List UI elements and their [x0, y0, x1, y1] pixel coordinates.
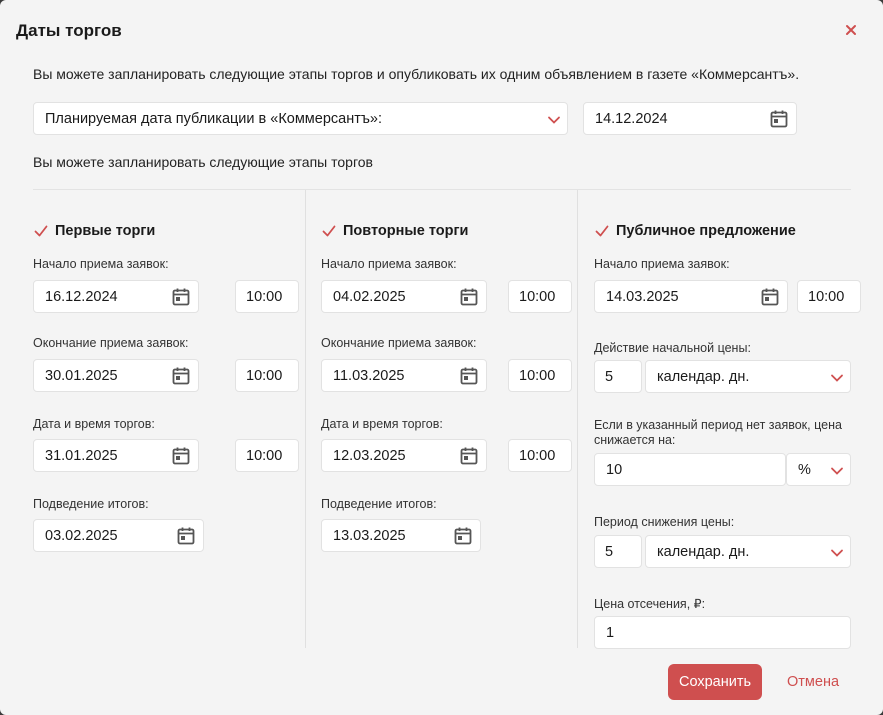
publication-select[interactable]: Планируемая дата публикации в «Коммерсан…: [33, 102, 568, 135]
chevron-down-icon: [548, 116, 560, 124]
col2-result-date-field[interactable]: 13.03.2025: [321, 519, 481, 552]
public-offer-checkbox[interactable]: Публичное предложение: [594, 223, 796, 239]
price-decrease-label: Если в указанный период нет заявок, цена…: [594, 418, 842, 447]
col2-end-label: Окончание приема заявок:: [321, 336, 477, 350]
col1-trade-time-field[interactable]: 10:00: [235, 439, 299, 472]
decrease-period-unit-value: календар. дн.: [657, 543, 750, 560]
col1-trade-time-value: 10:00: [246, 447, 283, 464]
col2-trade-time-value: 10:00: [519, 447, 556, 464]
calendar-icon[interactable]: [171, 446, 191, 466]
col1-end-date-value: 30.01.2025: [45, 367, 118, 384]
calendar-icon[interactable]: [760, 287, 780, 307]
price-decrease-value: 10: [606, 461, 623, 478]
calendar-icon[interactable]: [459, 366, 479, 386]
col2-trade-time-field[interactable]: 10:00: [508, 439, 572, 472]
price-action-unit-value: календар. дн.: [657, 368, 750, 385]
calendar-icon[interactable]: [769, 109, 789, 129]
publication-date-field[interactable]: 14.12.2024: [583, 102, 797, 135]
col1-start-time-value: 10:00: [246, 288, 283, 305]
col1-trade-label: Дата и время торгов:: [33, 417, 155, 431]
repeat-trades-title: Повторные торги: [343, 223, 469, 239]
col1-start-label: Начало приема заявок:: [33, 257, 169, 271]
publication-select-value: Планируемая дата публикации в «Коммерсан…: [45, 110, 383, 127]
col2-trade-label: Дата и время торгов:: [321, 417, 443, 431]
price-action-unit-select[interactable]: календар. дн.: [645, 360, 851, 393]
first-trades-title: Первые торги: [55, 223, 156, 239]
repeat-trades-checkbox[interactable]: Повторные торги: [321, 223, 468, 239]
col1-end-time-value: 10:00: [246, 367, 283, 384]
col3-start-date-field[interactable]: 14.03.2025: [594, 280, 788, 313]
divider: [33, 189, 851, 190]
col2-trade-date-value: 12.03.2025: [333, 447, 406, 464]
decrease-period-label: Период снижения цены:: [594, 515, 735, 529]
col2-end-date-value: 11.03.2025: [333, 367, 405, 384]
price-action-input[interactable]: 5: [594, 360, 642, 393]
chevron-down-icon: [831, 374, 843, 382]
save-button[interactable]: Сохранить: [668, 664, 762, 700]
cutoff-price-label: Цена отсечения, ₽:: [594, 597, 706, 611]
col1-trade-date-field[interactable]: 31.01.2025: [33, 439, 199, 472]
calendar-icon[interactable]: [171, 366, 191, 386]
col1-result-date-field[interactable]: 03.02.2025: [33, 519, 204, 552]
col1-start-date-field[interactable]: 16.12.2024: [33, 280, 199, 313]
col3-start-label: Начало приема заявок:: [594, 257, 730, 271]
cutoff-price-input[interactable]: 1: [594, 616, 851, 649]
col2-end-time-field[interactable]: 10:00: [508, 359, 572, 392]
col1-result-date-value: 03.02.2025: [45, 527, 118, 544]
chevron-down-icon: [831, 467, 843, 475]
column-divider: [305, 190, 306, 648]
price-action-value: 5: [605, 368, 614, 385]
col1-end-date-field[interactable]: 30.01.2025: [33, 359, 199, 392]
col1-start-date-value: 16.12.2024: [45, 288, 118, 305]
price-action-label: Действие начальной цены:: [594, 341, 751, 355]
col2-end-time-value: 10:00: [519, 367, 556, 384]
col3-start-time-field[interactable]: 10:00: [797, 280, 861, 313]
checkmark-icon[interactable]: [594, 223, 610, 239]
checkmark-icon[interactable]: [321, 223, 337, 239]
col2-result-label: Подведение итогов:: [321, 497, 437, 511]
calendar-icon[interactable]: [176, 526, 196, 546]
col1-trade-date-value: 31.01.2025: [45, 447, 118, 464]
col1-end-time-field[interactable]: 10:00: [235, 359, 299, 392]
price-decrease-unit-value: %: [798, 461, 811, 478]
calendar-icon[interactable]: [453, 526, 473, 546]
col1-result-label: Подведение итогов:: [33, 497, 149, 511]
publication-date-value: 14.12.2024: [595, 110, 668, 127]
cancel-button[interactable]: Отмена: [787, 674, 839, 690]
first-trades-checkbox[interactable]: Первые торги: [33, 223, 155, 239]
col1-end-label: Окончание приема заявок:: [33, 336, 189, 350]
col2-start-date-value: 04.02.2025: [333, 288, 406, 305]
col3-start-time-value: 10:00: [808, 288, 845, 305]
col2-start-time-field[interactable]: 10:00: [508, 280, 572, 313]
col3-start-date-value: 14.03.2025: [606, 288, 679, 305]
decrease-period-input[interactable]: 5: [594, 535, 642, 568]
col2-start-date-field[interactable]: 04.02.2025: [321, 280, 487, 313]
calendar-icon[interactable]: [171, 287, 191, 307]
price-decrease-unit-select[interactable]: %: [786, 453, 851, 486]
calendar-icon[interactable]: [459, 287, 479, 307]
close-icon[interactable]: [843, 22, 859, 38]
col1-start-time-field[interactable]: 10:00: [235, 280, 299, 313]
decrease-period-value: 5: [605, 543, 614, 560]
col2-trade-date-field[interactable]: 12.03.2025: [321, 439, 487, 472]
dialog-intro: Вы можете запланировать следующие этапы …: [33, 66, 800, 82]
checkmark-icon[interactable]: [33, 223, 49, 239]
dialog-title: Даты торгов: [16, 21, 122, 40]
column-divider: [577, 190, 578, 648]
dialog: Даты торгов Вы можете запланировать след…: [0, 0, 883, 715]
col2-end-date-field[interactable]: 11.03.2025: [321, 359, 487, 392]
public-offer-title: Публичное предложение: [616, 223, 796, 239]
price-decrease-input[interactable]: 10: [594, 453, 786, 486]
cutoff-price-value: 1: [606, 624, 615, 641]
decrease-period-unit-select[interactable]: календар. дн.: [645, 535, 851, 568]
chevron-down-icon: [831, 549, 843, 557]
calendar-icon[interactable]: [459, 446, 479, 466]
col2-start-label: Начало приема заявок:: [321, 257, 457, 271]
col2-result-date-value: 13.03.2025: [333, 527, 406, 544]
stages-intro: Вы можете запланировать следующие этапы …: [33, 154, 373, 170]
col2-start-time-value: 10:00: [519, 288, 556, 305]
